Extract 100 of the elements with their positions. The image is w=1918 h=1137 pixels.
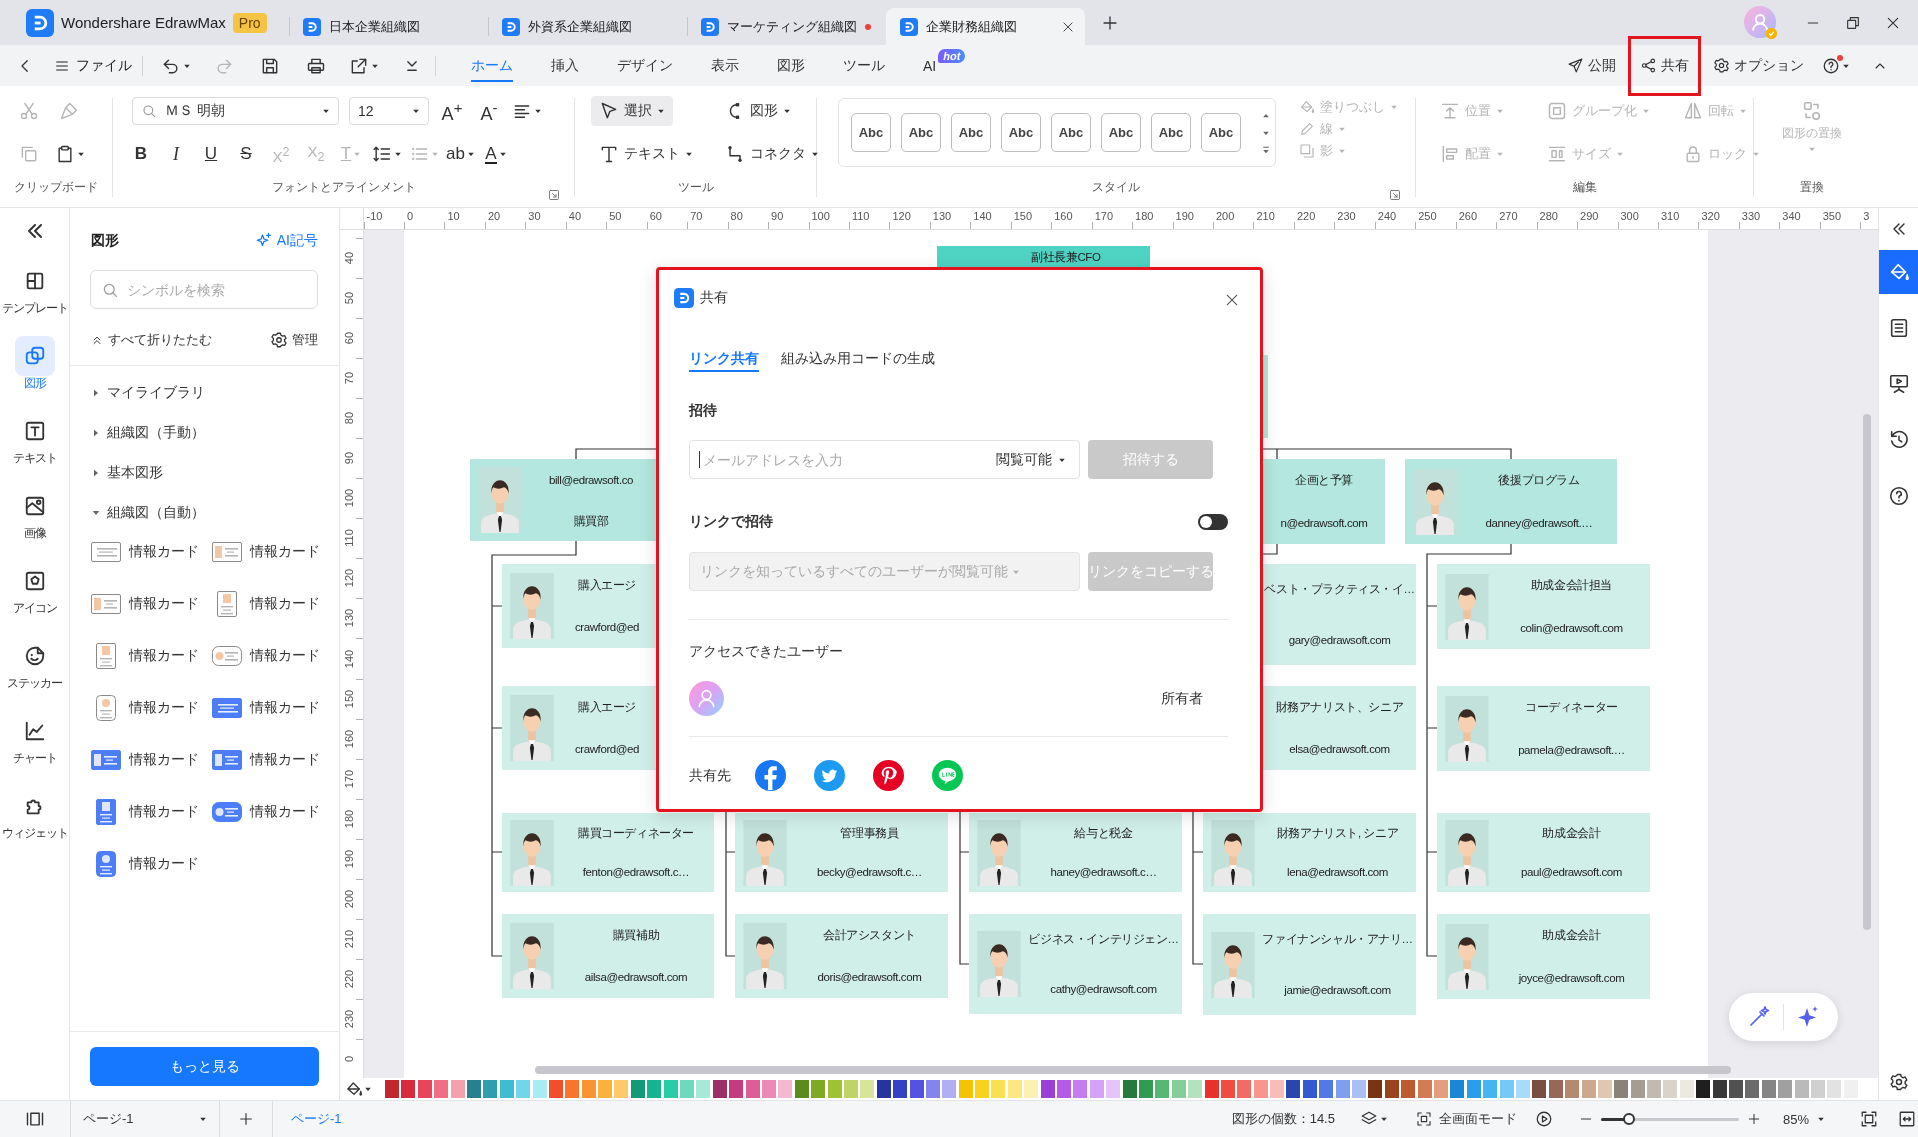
color-swatch-icon[interactable] [680, 1080, 695, 1098]
text-case-button[interactable]: ab [446, 140, 475, 168]
color-swatch-icon[interactable] [1630, 1080, 1645, 1098]
color-swatch-icon[interactable] [729, 1080, 744, 1098]
rail-tab[interactable]: ウィジェット [0, 783, 69, 858]
color-swatch-icon[interactable] [1794, 1080, 1809, 1098]
color-swatch-icon[interactable] [630, 1080, 645, 1098]
rail-tab[interactable]: 図形 [0, 333, 69, 408]
color-swatch-icon[interactable] [712, 1080, 727, 1098]
collapse-all-button[interactable]: すべて折りたたむ [90, 331, 212, 349]
color-swatch-icon[interactable] [1204, 1080, 1219, 1098]
strikethrough-button[interactable]: S [232, 140, 260, 168]
color-swatch-icon[interactable] [1761, 1080, 1776, 1098]
dialog-tab[interactable]: リンク共有 [689, 346, 759, 372]
color-swatch-icon[interactable] [1548, 1080, 1563, 1098]
rail-tab[interactable]: チャート [0, 708, 69, 783]
rail-tab[interactable]: 画像 [0, 483, 69, 558]
color-swatch-icon[interactable] [1745, 1080, 1760, 1098]
expand-gallery-icon[interactable] [1262, 145, 1270, 154]
style-preset[interactable]: Abc [951, 113, 991, 152]
color-swatch-icon[interactable] [860, 1080, 875, 1098]
italic-button[interactable]: I [162, 140, 190, 168]
ribbon-tab[interactable]: 挿入 [551, 45, 579, 86]
color-swatch-icon[interactable] [385, 1080, 399, 1098]
ribbon-tab[interactable]: 図形 [777, 45, 805, 86]
font-color-button[interactable]: A [481, 140, 510, 168]
document-tab[interactable]: マーケティング組織図 [686, 8, 886, 45]
rail-tab[interactable]: テキスト [0, 408, 69, 483]
color-swatch-icon[interactable] [909, 1080, 924, 1098]
more-button[interactable]: もっと見る [90, 1047, 319, 1086]
color-swatch-icon[interactable] [1368, 1080, 1383, 1098]
color-swatch-icon[interactable] [1007, 1080, 1022, 1098]
color-swatch-icon[interactable] [1352, 1080, 1367, 1098]
style-preset[interactable]: Abc [1201, 113, 1241, 152]
color-swatch-icon[interactable] [696, 1080, 711, 1098]
shape-item[interactable]: 情報カード [211, 526, 332, 578]
font-size-dropdown[interactable]: 12 [349, 97, 429, 125]
slider-handle[interactable] [1622, 1113, 1635, 1125]
color-swatch-icon[interactable] [893, 1080, 908, 1098]
color-swatch-icon[interactable] [1663, 1080, 1678, 1098]
color-swatch-icon[interactable] [466, 1080, 481, 1098]
color-swatch-icon[interactable] [1057, 1080, 1071, 1098]
color-swatch-icon[interactable] [483, 1080, 498, 1098]
library-item[interactable]: 基本図形 [90, 453, 163, 493]
color-swatch-icon[interactable] [975, 1080, 990, 1098]
dialog-tab[interactable]: 組み込み用コードの生成 [781, 346, 935, 372]
close-icon[interactable] [1060, 19, 1075, 34]
shape-item[interactable]: 情報カード [211, 786, 332, 838]
play-icon[interactable] [1534, 1110, 1553, 1128]
document-tab[interactable]: 外資系企業組織図 [487, 8, 687, 45]
bird-icon[interactable] [814, 760, 845, 791]
increase-font-button[interactable]: A$^{+}$ [438, 97, 466, 125]
facebook-icon[interactable] [755, 760, 786, 791]
color-swatch-icon[interactable] [811, 1080, 826, 1098]
color-swatch-icon[interactable] [1237, 1080, 1252, 1098]
library-item[interactable]: 組織図（手動） [90, 413, 205, 453]
library-item[interactable]: マイライブラリ [90, 373, 205, 413]
manage-button[interactable]: 管理 [270, 331, 318, 349]
page-tab[interactable]: ページ-1 [291, 1110, 342, 1128]
color-swatch-icon[interactable] [598, 1080, 613, 1098]
shape-tool-button[interactable]: 図形 [717, 96, 799, 126]
color-swatch-icon[interactable] [1581, 1080, 1596, 1098]
color-swatch-icon[interactable] [1171, 1080, 1186, 1098]
color-swatch-icon[interactable] [1286, 1080, 1301, 1098]
color-swatch-icon[interactable] [1302, 1080, 1317, 1098]
color-swatch-icon[interactable] [991, 1080, 1006, 1098]
style-preset[interactable]: Abc [1051, 113, 1091, 152]
color-swatch-icon[interactable] [1384, 1080, 1399, 1098]
color-swatch-icon[interactable] [1106, 1080, 1121, 1098]
color-swatch-icon[interactable] [1515, 1080, 1530, 1098]
publish-button[interactable]: 公開 [1555, 49, 1628, 82]
restore-icon[interactable] [1845, 14, 1861, 31]
file-menu-button[interactable]: ファイル [54, 56, 132, 75]
color-swatch-icon[interactable] [1811, 1080, 1825, 1098]
style-preset[interactable]: Abc [901, 113, 941, 152]
color-swatch-icon[interactable] [1712, 1080, 1727, 1098]
color-swatch-icon[interactable] [565, 1080, 580, 1098]
color-swatch-icon[interactable] [794, 1080, 809, 1098]
color-swatch-icon[interactable] [778, 1080, 793, 1098]
color-swatch-icon[interactable] [647, 1080, 662, 1098]
shape-item[interactable]: 情報カード [90, 578, 211, 630]
share-button[interactable]: 共有 [1628, 35, 1701, 96]
color-swatch-icon[interactable] [762, 1080, 776, 1098]
underline-button[interactable]: U [197, 140, 225, 168]
select-tool-button[interactable]: 選択 [591, 96, 673, 126]
color-swatch-icon[interactable] [532, 1080, 547, 1098]
color-swatch-icon[interactable] [827, 1080, 842, 1098]
shape-item[interactable]: 情報カード [90, 682, 211, 734]
color-swatch-icon[interactable] [1597, 1080, 1612, 1098]
color-swatch-icon[interactable] [581, 1080, 596, 1098]
color-swatch-icon[interactable] [1778, 1080, 1793, 1098]
color-swatch-icon[interactable] [1679, 1080, 1694, 1098]
color-swatch-icon[interactable] [1220, 1080, 1235, 1098]
dialog-launcher-icon[interactable] [548, 189, 560, 201]
color-swatch-icon[interactable] [401, 1080, 416, 1098]
style-preset[interactable]: Abc [851, 113, 891, 152]
help-button[interactable] [1822, 56, 1850, 75]
color-swatch-icon[interactable] [1729, 1080, 1744, 1098]
ribbon-tab[interactable]: デザイン [617, 45, 673, 86]
color-swatch-icon[interactable] [450, 1080, 465, 1098]
